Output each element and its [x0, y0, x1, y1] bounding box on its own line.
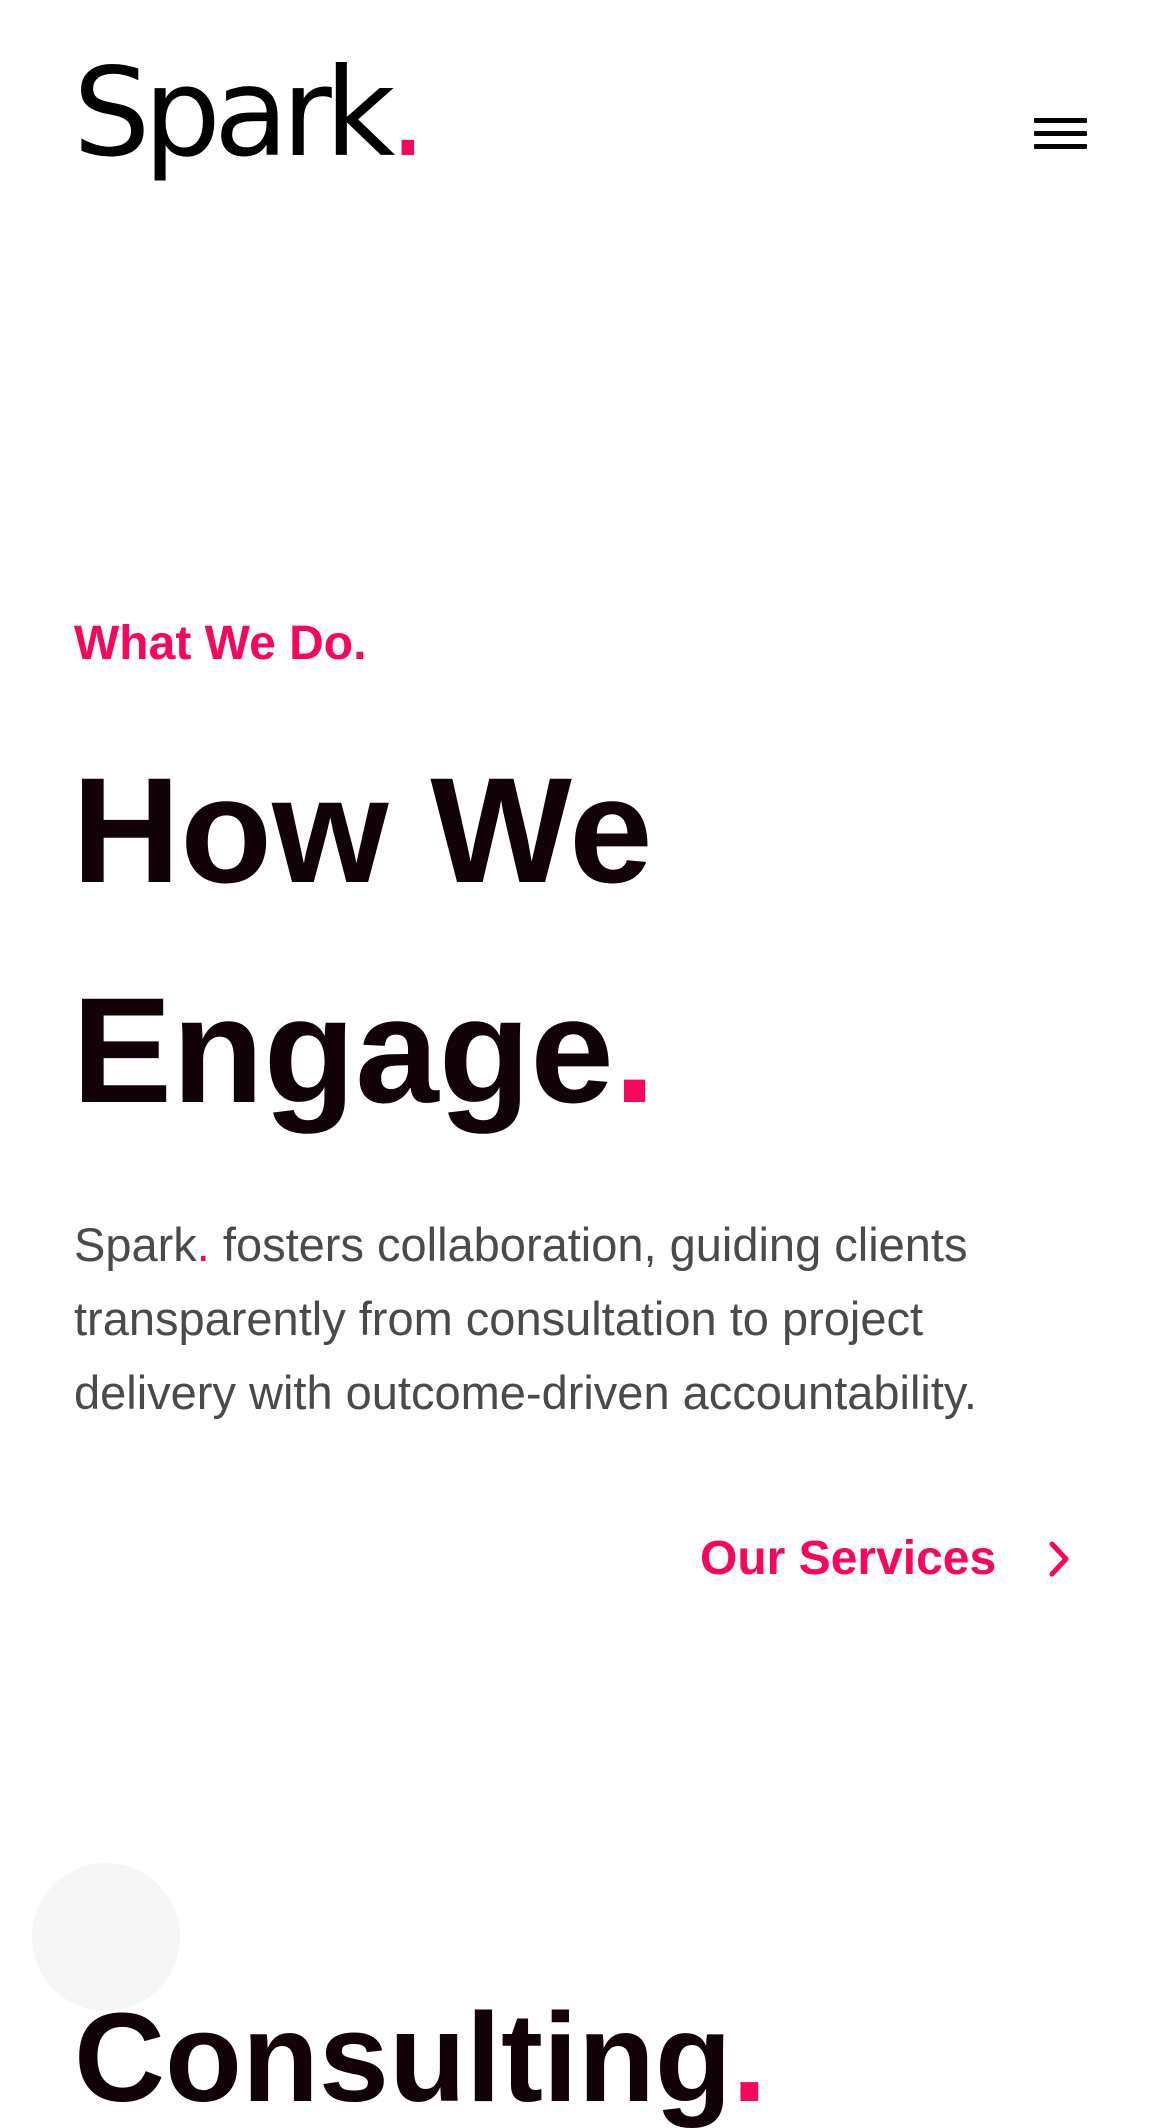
- chevron-right-icon: [1049, 1541, 1069, 1577]
- section-eyebrow: What We Do.: [74, 617, 367, 670]
- consulting-section-title: Consulting.: [74, 1994, 767, 2121]
- headline-dot: .: [613, 966, 656, 1134]
- headline-line-1: How We: [72, 746, 653, 914]
- paragraph-brand: Spark: [74, 1218, 197, 1271]
- menu-bar-bottom: [1034, 144, 1087, 149]
- logo-dot: .: [388, 42, 427, 184]
- menu-bar-top: [1034, 118, 1087, 123]
- spark-logo[interactable]: Spark.: [73, 52, 427, 174]
- our-services-link[interactable]: Our Services: [700, 1528, 1074, 1590]
- intro-paragraph: Spark. fosters collaboration, guiding cl…: [74, 1208, 1074, 1430]
- menu-bar-middle: [1034, 131, 1087, 136]
- our-services-label: Our Services: [700, 1532, 997, 1585]
- headline-line-2: Engage.: [72, 940, 655, 1160]
- page-title: How We Engage.: [72, 720, 655, 1160]
- headline-word-engage: Engage: [72, 966, 614, 1134]
- consulting-title-dot: .: [731, 1986, 767, 2128]
- paragraph-brand-dot: .: [196, 1218, 210, 1271]
- hamburger-menu-icon[interactable]: [1030, 110, 1090, 158]
- consulting-title-text: Consulting: [74, 1986, 732, 2128]
- logo-text: Spark: [73, 42, 395, 184]
- paragraph-text: fosters collaboration, guiding clients t…: [74, 1218, 977, 1419]
